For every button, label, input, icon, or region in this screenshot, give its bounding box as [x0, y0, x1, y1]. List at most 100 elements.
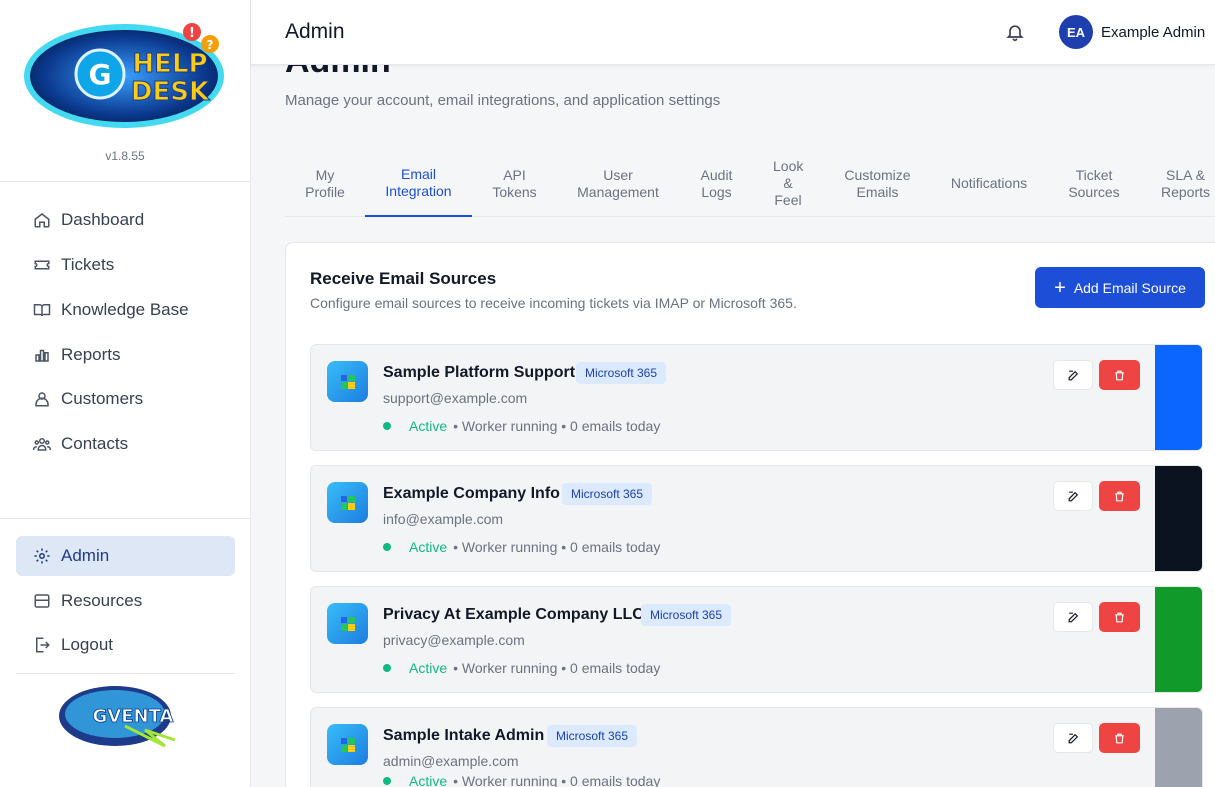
admin-tabs: My Profile Email Integration API Tokens … [285, 150, 1215, 217]
edit-icon [1068, 491, 1078, 501]
delete-button[interactable] [1099, 481, 1140, 511]
sidebar-item-logout[interactable]: Logout [16, 625, 235, 665]
resources-icon [33, 592, 51, 610]
tab-look-feel[interactable]: Look & Feel [754, 150, 822, 217]
delete-button[interactable] [1099, 723, 1140, 753]
sidebar-item-label: Resources [61, 591, 143, 610]
edit-button[interactable] [1053, 602, 1093, 632]
sidebar-item-admin[interactable]: Admin [16, 536, 235, 576]
email-source-card: Privacy At Example Company LLC Microsoft… [310, 586, 1203, 693]
source-email: support@example.com [383, 390, 528, 406]
top-bar: Admin EA Example Admin [251, 0, 1215, 65]
trash-icon [1115, 612, 1124, 622]
status-dot-icon [383, 777, 391, 785]
status-details: • Worker running • 0 emails today [453, 539, 661, 555]
user-name[interactable]: Example Admin [1101, 24, 1205, 41]
tab-label: API Tokens [492, 166, 537, 200]
source-status: Active • Worker running • 0 emails today [383, 418, 660, 434]
sidebar-divider [16, 673, 235, 674]
tab-my-profile[interactable]: My Profile [285, 150, 365, 217]
tab-label: Email Integration [385, 165, 452, 199]
gear-icon [33, 547, 51, 565]
tab-label: Customize Emails [844, 166, 911, 200]
tab-label: SLA & Reports [1160, 166, 1211, 200]
logout-icon [33, 636, 51, 654]
delete-button[interactable] [1099, 360, 1140, 390]
tab-notifications[interactable]: Notifications [933, 150, 1045, 217]
status-details: • Worker running • 0 emails today [453, 418, 661, 434]
source-color-bar [1155, 708, 1202, 787]
sidebar-item-label: Logout [61, 635, 113, 654]
trash-icon [1115, 370, 1124, 380]
sidebar-item-contacts[interactable]: Contacts [16, 424, 235, 464]
source-color-bar [1155, 587, 1202, 692]
email-source-card: Example Company Info Microsoft 365 info@… [310, 465, 1203, 572]
tab-api-tokens[interactable]: API Tokens [472, 150, 557, 217]
gventa-logo: GVENTA [55, 680, 195, 752]
tab-ticket-sources[interactable]: Ticket Sources [1045, 150, 1143, 217]
panel-subtitle: Configure email sources to receive incom… [310, 295, 797, 311]
edit-button[interactable] [1053, 481, 1093, 511]
bell-icon[interactable] [1005, 22, 1025, 42]
tab-email-integration[interactable]: Email Integration [365, 150, 472, 217]
trash-icon [1115, 491, 1124, 501]
sidebar-divider [0, 518, 250, 519]
sidebar-item-label: Knowledge Base [61, 300, 189, 319]
edit-button[interactable] [1053, 360, 1093, 390]
sidebar-item-reports[interactable]: Reports [16, 335, 235, 375]
tab-label: Look & Feel [773, 158, 804, 208]
sidebar-item-resources[interactable]: Resources [16, 581, 235, 621]
tab-label: My Profile [305, 166, 345, 200]
tab-sla-reports[interactable]: SLA & Reports [1143, 150, 1215, 217]
source-email: privacy@example.com [383, 632, 525, 648]
source-name: Privacy At Example Company LLC [383, 606, 644, 623]
sidebar-item-label: Tickets [61, 255, 115, 274]
app-version: v1.8.55 [105, 149, 145, 163]
contacts-icon [33, 435, 51, 453]
edit-icon [1068, 733, 1078, 743]
source-type-badge: Microsoft 365 [576, 362, 667, 384]
tab-audit-logs[interactable]: Audit Logs [679, 150, 754, 217]
tab-label: Audit Logs [700, 166, 733, 200]
delete-button[interactable] [1099, 602, 1140, 632]
sidebar-item-label: Customers [61, 389, 144, 408]
tab-label: Ticket Sources [1068, 166, 1120, 200]
edit-icon [1068, 612, 1078, 622]
bar-chart-icon [33, 346, 51, 364]
tab-label: Notifications [950, 175, 1028, 191]
edit-button[interactable] [1053, 723, 1093, 753]
panel-title: Receive Email Sources [310, 269, 497, 288]
sidebar-item-label: Dashboard [61, 210, 145, 229]
home-icon [33, 211, 51, 229]
tab-user-management[interactable]: User Management [557, 150, 679, 217]
book-icon [33, 301, 51, 319]
add-email-source-label: Add Email Source [1073, 279, 1186, 296]
avatar[interactable]: EA [1059, 15, 1093, 49]
microsoft-icon [327, 724, 368, 765]
ticket-icon [33, 256, 51, 274]
add-email-source-button[interactable]: + Add Email Source [1035, 267, 1205, 308]
status-active: Active [409, 773, 448, 787]
source-status: Active • Worker running • 0 emails today [383, 539, 660, 555]
source-status: Active • Worker running • 0 emails today [383, 773, 660, 787]
microsoft-icon [327, 482, 368, 523]
sidebar-item-customers[interactable]: Customers [16, 379, 235, 419]
svg-text:?: ? [207, 38, 214, 52]
tab-customize-emails[interactable]: Customize Emails [822, 150, 933, 217]
sidebar-item-dashboard[interactable]: Dashboard [16, 200, 235, 240]
logo-letter: G [89, 58, 112, 91]
status-dot-icon [383, 664, 391, 672]
edit-icon [1068, 370, 1078, 380]
trash-icon [1115, 733, 1124, 743]
sidebar-divider [0, 181, 250, 182]
source-color-bar [1155, 345, 1202, 450]
sidebar-item-label: Reports [61, 345, 121, 364]
source-name: Sample Intake Admin [383, 727, 545, 744]
status-details: • Worker running • 0 emails today [453, 660, 661, 676]
status-dot-icon [383, 422, 391, 430]
sidebar-item-knowledge-base[interactable]: Knowledge Base [16, 290, 235, 330]
helpdesk-logo[interactable]: G HELP DESK ! ? [20, 14, 230, 134]
header-title: Admin [285, 20, 345, 43]
sidebar-item-tickets[interactable]: Tickets [16, 245, 235, 285]
source-status: Active • Worker running • 0 emails today [383, 660, 660, 676]
